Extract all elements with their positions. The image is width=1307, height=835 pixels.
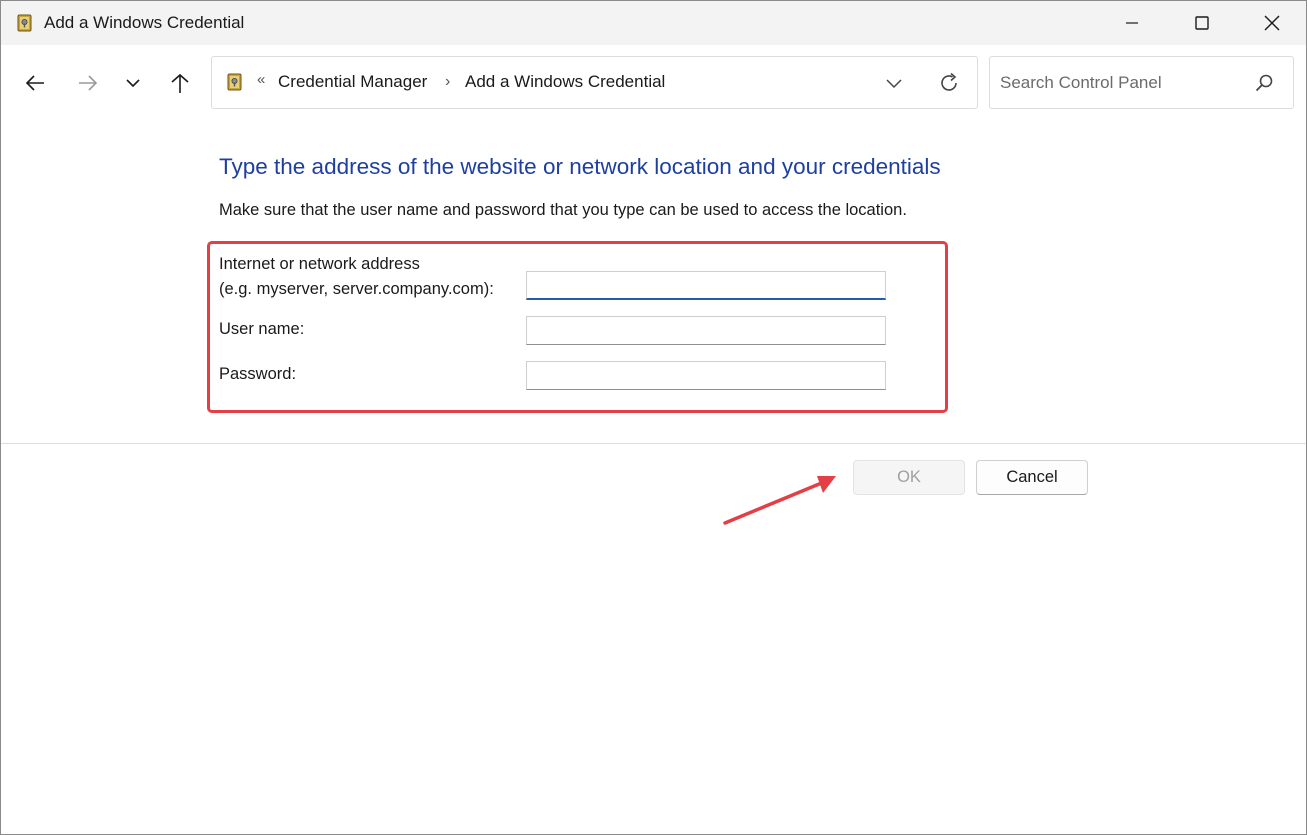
close-icon (1264, 15, 1280, 31)
recent-locations-button[interactable] (117, 67, 149, 99)
minimize-button[interactable] (1097, 1, 1167, 45)
username-label: User name: (219, 320, 305, 338)
chevron-down-icon[interactable] (883, 72, 905, 94)
navigation-bar: « Credential Manager › Add a Windows Cre… (1, 45, 1306, 123)
breadcrumb-overflow-icon[interactable]: « (257, 71, 265, 88)
window-title: Add a Windows Credential (44, 13, 245, 32)
password-input[interactable] (526, 361, 886, 390)
refresh-icon[interactable] (937, 71, 961, 95)
breadcrumb-separator[interactable]: › (445, 73, 450, 91)
arrow-right-icon (79, 75, 98, 91)
title-bar: Add a Windows Credential (1, 1, 1306, 45)
network-address-input[interactable] (526, 271, 886, 300)
chevron-down-icon (126, 79, 140, 88)
minimize-icon (1126, 22, 1138, 24)
annotation-arrow-icon (723, 476, 836, 525)
password-label: Password: (219, 365, 297, 383)
search-input[interactable] (1000, 71, 1240, 95)
maximize-icon (1195, 16, 1209, 30)
arrow-left-icon (25, 75, 44, 91)
close-button[interactable] (1237, 1, 1307, 45)
page-heading: Type the address of the website or netwo… (219, 154, 941, 179)
maximize-button[interactable] (1167, 1, 1237, 45)
address-label: Internet or network address (219, 255, 420, 273)
up-button[interactable] (164, 67, 196, 99)
search-icon[interactable] (1253, 72, 1275, 94)
arrow-up-icon (171, 73, 189, 93)
divider (1, 443, 1306, 444)
address-example-label: (e.g. myserver, server.company.com): (219, 280, 494, 298)
cancel-button[interactable]: Cancel (976, 460, 1088, 495)
breadcrumb-credential-manager[interactable]: Credential Manager (278, 72, 427, 92)
ok-button[interactable]: OK (853, 460, 965, 495)
address-bar[interactable]: « Credential Manager › Add a Windows Cre… (211, 56, 978, 109)
back-button[interactable] (19, 67, 51, 99)
breadcrumb-add-windows-credential[interactable]: Add a Windows Credential (465, 72, 665, 92)
search-box[interactable] (989, 56, 1294, 109)
credential-window: Add a Windows Credential « Credential Ma… (0, 0, 1307, 835)
credential-manager-icon (227, 73, 242, 91)
page-description: Make sure that the user name and passwor… (219, 201, 907, 219)
credential-manager-icon (17, 14, 32, 32)
username-input[interactable] (526, 316, 886, 345)
forward-button[interactable] (72, 67, 104, 99)
